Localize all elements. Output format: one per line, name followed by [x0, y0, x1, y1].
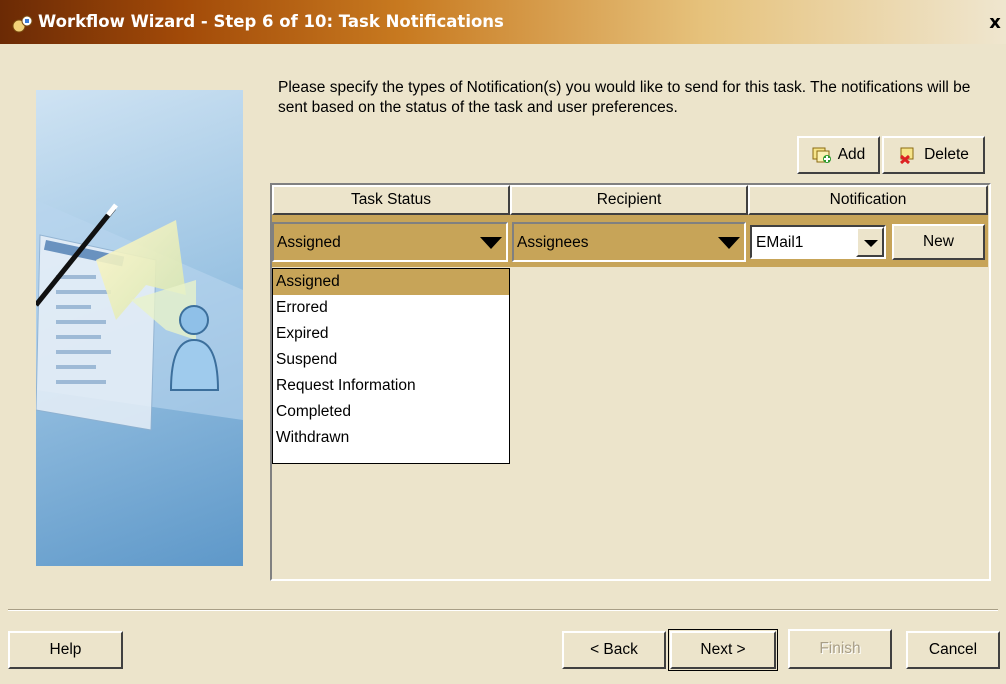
back-button[interactable]: < Back	[562, 631, 666, 669]
delete-button-label: Delete	[924, 146, 969, 163]
task-status-dropdown-list: Assigned Errored Expired Suspend Request…	[272, 268, 510, 464]
dropdown-option-assigned[interactable]: Assigned	[273, 269, 509, 295]
chevron-down-icon[interactable]	[718, 237, 740, 249]
chevron-down-icon[interactable]	[856, 227, 884, 257]
column-header-task-status[interactable]: Task Status	[272, 185, 510, 215]
wizard-illustration	[36, 90, 243, 566]
finish-button-label: Finish	[819, 640, 861, 657]
task-status-combo[interactable]: Assigned	[272, 222, 508, 262]
help-button[interactable]: Help	[8, 631, 123, 669]
dropdown-option-expired[interactable]: Expired	[273, 321, 509, 347]
add-button-label: Add	[837, 146, 866, 163]
wizard-illustration-art	[36, 200, 243, 431]
close-button[interactable]: x	[985, 13, 1005, 33]
new-notification-button[interactable]: New	[892, 224, 985, 260]
delete-button[interactable]: Delete	[882, 136, 985, 174]
workflow-wizard-icon	[12, 15, 33, 33]
add-button[interactable]: Add	[797, 136, 880, 174]
window-title: Workflow Wizard - Step 6 of 10: Task Not…	[38, 12, 504, 31]
dropdown-option-completed[interactable]: Completed	[273, 399, 509, 425]
finish-button[interactable]: Finish	[788, 629, 892, 669]
footer-separator	[8, 609, 998, 611]
new-button-label: New	[922, 233, 954, 250]
chevron-down-icon[interactable]	[480, 237, 502, 249]
help-button-label: Help	[49, 641, 82, 658]
dropdown-option-errored[interactable]: Errored	[273, 295, 509, 321]
next-button-label: Next >	[700, 641, 746, 658]
dropdown-option-suspend[interactable]: Suspend	[273, 347, 509, 373]
dropdown-option-request-information[interactable]: Request Information	[273, 373, 509, 399]
add-notification-icon	[812, 147, 831, 163]
cancel-button[interactable]: Cancel	[906, 631, 1000, 669]
delete-notification-icon	[900, 147, 914, 164]
notification-select[interactable]: EMail1	[750, 225, 886, 259]
cancel-button-label: Cancel	[928, 641, 978, 658]
column-header-notification[interactable]: Notification	[748, 185, 988, 215]
next-button-face: Next >	[670, 631, 776, 669]
column-header-recipient[interactable]: Recipient	[510, 185, 748, 215]
title-bar: Workflow Wizard - Step 6 of 10: Task Not…	[0, 0, 1006, 44]
recipient-value: Assignees	[517, 234, 589, 251]
instructions-text: Please specify the types of Notification…	[278, 79, 971, 116]
notification-value: EMail1	[756, 234, 804, 251]
back-button-label: < Back	[590, 641, 638, 658]
task-status-value: Assigned	[277, 234, 341, 251]
dropdown-option-withdrawn[interactable]: Withdrawn	[273, 425, 509, 451]
recipient-combo[interactable]: Assignees	[512, 222, 746, 262]
next-button[interactable]: Next >	[668, 629, 778, 671]
